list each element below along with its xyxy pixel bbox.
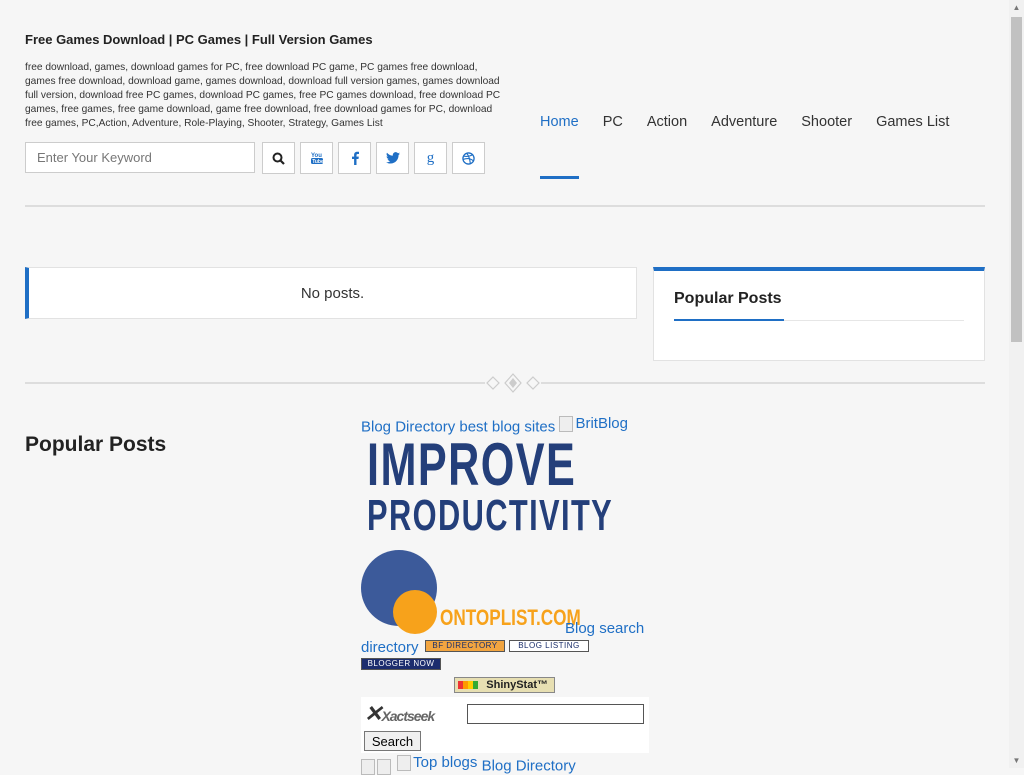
svg-text:Tube: Tube xyxy=(312,159,324,165)
posts-area: No posts. xyxy=(25,267,637,319)
site-description: free download, games, download games for… xyxy=(25,62,501,129)
xactseek-logo: ✕Xactseek xyxy=(364,701,435,727)
section-divider-right xyxy=(541,382,985,384)
main-nav: Home PC Action Adventure Shooter Games L… xyxy=(540,114,973,130)
nav-item-adventure[interactable]: Adventure xyxy=(711,114,777,130)
header-divider xyxy=(25,205,985,207)
popular-posts-widget: Popular Posts xyxy=(653,267,985,361)
site-title[interactable]: Free Games Download | PC Games | Full Ve… xyxy=(25,32,373,47)
xactseek-input[interactable] xyxy=(467,704,644,724)
xactseek-search-button[interactable]: Search xyxy=(364,731,421,751)
ontoplist-logo-text[interactable]: ONTOPLIST.COM xyxy=(440,605,581,631)
scroll-up-arrow-icon[interactable]: ▲ xyxy=(1009,0,1024,15)
diamond-ornament-icon xyxy=(486,373,540,393)
search-input[interactable] xyxy=(25,142,255,173)
blogger-now-badge[interactable]: BLOGGER NOW xyxy=(361,658,441,670)
nav-item-shooter[interactable]: Shooter xyxy=(801,114,852,130)
top-blogs-alt-text: Top blogs xyxy=(413,754,478,771)
widget-title-underline xyxy=(674,319,784,321)
nav-item-action[interactable]: Action xyxy=(647,114,687,130)
shinystat-label: ShinyStat™ xyxy=(486,679,548,691)
google-icon: g xyxy=(426,149,435,166)
dribbble-icon xyxy=(462,151,475,165)
shinystat-bars-icon xyxy=(458,681,478,689)
no-posts-message: No posts. xyxy=(300,284,365,302)
top-blogs-row: Top blogs Blog Directory xyxy=(361,754,576,775)
google-button[interactable]: g xyxy=(414,142,447,174)
nav-item-games-list[interactable]: Games List xyxy=(876,114,949,130)
twitter-button[interactable] xyxy=(376,142,409,174)
bf-directory-badge[interactable]: BF DIRECTORY xyxy=(425,640,505,652)
nav-active-indicator xyxy=(540,176,579,179)
broken-image-icon xyxy=(397,754,412,771)
widget-title: Popular Posts xyxy=(674,290,782,307)
blog-directory-link-2[interactable]: Blog Directory xyxy=(482,758,576,775)
youtube-icon: YouTube xyxy=(310,153,324,165)
widget-title-rule xyxy=(784,320,964,321)
youtube-button[interactable]: You Tube xyxy=(300,142,333,174)
twitter-icon xyxy=(385,152,400,164)
britblog-link[interactable]: BritBlog xyxy=(559,415,628,432)
footer-popular-posts-title: Popular Posts xyxy=(25,433,167,456)
broken-image-icon xyxy=(559,415,574,432)
scrollbar-thumb[interactable] xyxy=(1011,17,1022,342)
ontoplist-logo-dot xyxy=(393,590,437,634)
dribbble-button[interactable] xyxy=(452,142,485,174)
search-icon xyxy=(272,152,285,165)
nav-item-pc[interactable]: PC xyxy=(603,114,623,130)
scroll-down-arrow-icon[interactable]: ▼ xyxy=(1009,753,1024,768)
britblog-alt-text: BritBlog xyxy=(575,415,628,432)
top-blogs-link[interactable]: Top blogs xyxy=(397,754,477,771)
xactseek-search-widget: ✕Xactseek Search xyxy=(361,697,649,753)
shinystat-badge[interactable]: ShinyStat™ xyxy=(454,677,555,693)
blog-listing-badge[interactable]: BLOG LISTING xyxy=(509,640,589,652)
directory-link[interactable]: directory xyxy=(361,639,419,656)
broken-image-icon xyxy=(361,758,375,775)
section-divider-left xyxy=(25,382,485,384)
nav-item-home[interactable]: Home xyxy=(540,114,579,130)
facebook-button[interactable] xyxy=(338,142,371,174)
blog-search-link[interactable]: Blog search xyxy=(565,620,644,637)
improve-productivity-banner[interactable]: IMPROVE PRODUCTIVITY xyxy=(367,431,719,540)
xactseek-x-icon: ✕ xyxy=(364,701,382,726)
banner-line-2: PRODUCTIVITY xyxy=(367,491,614,540)
banner-line-1: IMPROVE xyxy=(367,431,577,498)
broken-image-icon xyxy=(377,758,391,775)
xactseek-logo-text: Xactseek xyxy=(381,708,435,724)
facebook-icon xyxy=(351,151,359,165)
search-button[interactable] xyxy=(262,142,295,174)
